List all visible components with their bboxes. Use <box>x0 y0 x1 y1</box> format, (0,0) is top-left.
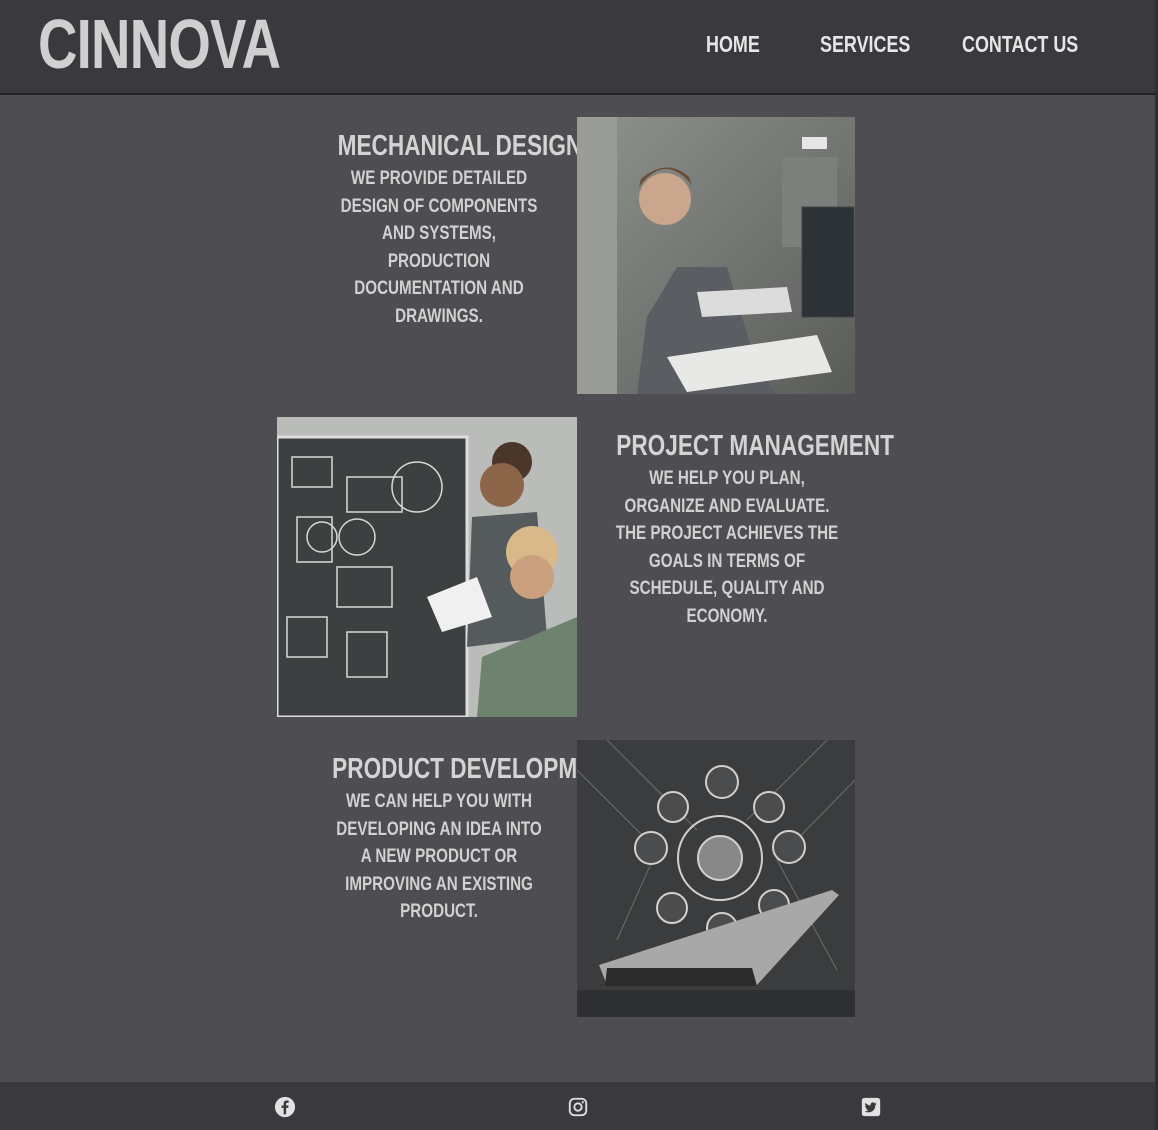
service-text: PROJECT MANAGEMENT WE HELP YOU PLAN, ORG… <box>585 430 894 630</box>
nav-home[interactable]: HOME <box>706 31 760 58</box>
site-footer <box>0 1082 1155 1130</box>
facebook-icon[interactable] <box>274 1096 296 1118</box>
service-title: PRODUCT DEVELOPMENT <box>332 753 623 785</box>
nav-services[interactable]: SERVICES <box>820 31 910 58</box>
service-text: PRODUCT DEVELOPMENT WE CAN HELP YOU WITH… <box>302 753 623 926</box>
service-title: PROJECT MANAGEMENT <box>616 430 894 462</box>
service-text: MECHANICAL DESIGN WE PROVIDE DETAILED DE… <box>309 130 583 330</box>
service-description: WE PROVIDE DETAILED DESIGN OF COMPONENTS… <box>340 168 538 327</box>
service-description: WE CAN HELP YOU WITH DEVELOPING AN IDEA … <box>336 791 542 922</box>
instagram-icon[interactable] <box>567 1096 589 1118</box>
service-title: MECHANICAL DESIGN <box>337 130 583 162</box>
laptop-with-gear-diagram-photo <box>577 740 855 1017</box>
engineer-at-drafting-desk-photo <box>577 117 855 394</box>
site-header: CINNOVA HOME SERVICES CONTACT US <box>0 0 1155 95</box>
team-at-whiteboard-photo <box>277 417 577 717</box>
nav-contact-us[interactable]: CONTACT US <box>962 31 1078 58</box>
service-description: WE HELP YOU PLAN, ORGANIZE AND EVALUATE.… <box>615 468 839 627</box>
twitter-icon[interactable] <box>860 1096 882 1118</box>
logo[interactable]: CINNOVA <box>38 4 281 84</box>
